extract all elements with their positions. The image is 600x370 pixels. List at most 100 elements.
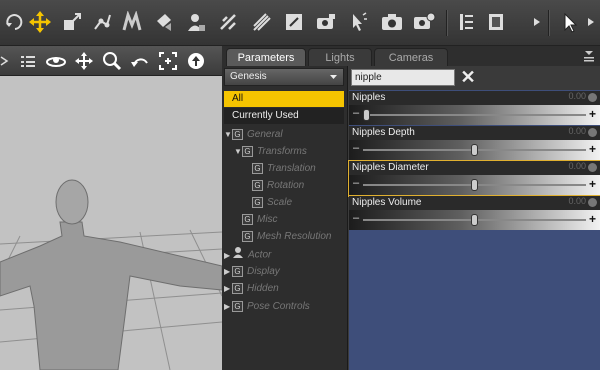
slider-knob[interactable] bbox=[471, 214, 478, 226]
tree-item-label: Display bbox=[247, 266, 280, 277]
param-slider[interactable]: – + bbox=[349, 105, 600, 125]
more-icon[interactable] bbox=[530, 8, 544, 36]
decrement-icon[interactable]: – bbox=[353, 177, 359, 189]
param-slider[interactable]: – + bbox=[349, 210, 600, 230]
toolbar-divider bbox=[548, 10, 550, 36]
viewport-toolbar bbox=[0, 46, 222, 76]
increment-icon[interactable]: + bbox=[589, 142, 596, 156]
param-slider[interactable]: – + bbox=[349, 175, 600, 195]
figure-icon[interactable] bbox=[182, 8, 210, 36]
tool-settings-icon[interactable] bbox=[482, 8, 510, 36]
gear-icon[interactable] bbox=[588, 93, 597, 102]
tree-item-translation[interactable]: G Translation bbox=[222, 160, 348, 177]
param-name: Nipples Diameter bbox=[349, 161, 600, 175]
tab-bar: Parameters Lights Cameras bbox=[222, 46, 600, 66]
render-settings-icon[interactable] bbox=[410, 8, 438, 36]
collapsed-triangle-icon[interactable]: ▶ bbox=[224, 280, 232, 297]
gear-icon[interactable] bbox=[588, 128, 597, 137]
up-icon[interactable] bbox=[184, 49, 208, 73]
param-nipples[interactable]: Nipples 0.00 – + bbox=[349, 91, 600, 126]
render-icon[interactable] bbox=[378, 8, 406, 36]
group-icon: G bbox=[252, 162, 263, 174]
param-name: Nipples Depth bbox=[349, 126, 600, 140]
param-slider[interactable]: – + bbox=[349, 140, 600, 160]
param-name: Nipples bbox=[349, 91, 600, 105]
decrement-icon[interactable]: – bbox=[353, 142, 359, 154]
rotate-icon[interactable] bbox=[0, 8, 28, 36]
search-input[interactable]: nipple bbox=[351, 69, 455, 86]
region-nav-icon[interactable] bbox=[280, 8, 308, 36]
expanded-triangle-icon[interactable]: ▼ bbox=[224, 126, 232, 143]
param-value[interactable]: 0.00 bbox=[568, 196, 586, 206]
camera-render-icon[interactable] bbox=[312, 8, 340, 36]
clear-search-icon[interactable]: ✕ bbox=[459, 68, 477, 86]
increment-icon[interactable]: + bbox=[589, 212, 596, 226]
figure-select-dropdown[interactable]: Genesis bbox=[224, 68, 344, 86]
tree-item-misc[interactable]: G Misc bbox=[222, 211, 348, 228]
tree-item-actor[interactable]: ▶ Actor bbox=[222, 246, 348, 263]
tab-lights[interactable]: Lights bbox=[308, 48, 372, 66]
tree-item-display[interactable]: ▶ G Display bbox=[222, 263, 348, 280]
scale-icon[interactable] bbox=[58, 8, 86, 36]
param-value[interactable]: 0.00 bbox=[568, 126, 586, 136]
tree-item-hidden[interactable]: ▶ G Hidden bbox=[222, 280, 348, 297]
pointer-icon[interactable] bbox=[556, 8, 584, 36]
tree-item-label: Transforms bbox=[257, 146, 307, 157]
figure-select-value: Genesis bbox=[230, 71, 267, 82]
layout-icon[interactable] bbox=[452, 8, 480, 36]
translate-icon[interactable] bbox=[26, 8, 54, 36]
tree-item-transforms[interactable]: ▼ G Transforms bbox=[222, 143, 348, 160]
zoom-icon[interactable] bbox=[100, 49, 124, 73]
increment-icon[interactable]: + bbox=[589, 177, 596, 191]
group-icon: G bbox=[232, 128, 243, 140]
param-nipples-diameter[interactable]: Nipples Diameter 0.00 – + bbox=[348, 160, 600, 197]
param-value[interactable]: 0.00 bbox=[568, 91, 586, 101]
decrement-icon[interactable]: – bbox=[353, 212, 359, 224]
node-weight-icon[interactable] bbox=[118, 8, 146, 36]
param-nipples-depth[interactable]: Nipples Depth 0.00 – + bbox=[349, 126, 600, 161]
menu-icon[interactable] bbox=[16, 49, 40, 73]
undo-camera-icon[interactable] bbox=[128, 49, 152, 73]
panel-menu-icon[interactable] bbox=[582, 49, 596, 66]
gear-icon[interactable] bbox=[588, 163, 597, 172]
slider-knob[interactable] bbox=[471, 144, 478, 156]
tree-item-general[interactable]: ▼ G General bbox=[222, 126, 348, 143]
tab-parameters[interactable]: Parameters bbox=[226, 48, 306, 66]
group-icon: G bbox=[242, 213, 253, 225]
decrement-icon[interactable]: – bbox=[353, 107, 359, 119]
more-icon[interactable] bbox=[584, 8, 598, 36]
collapsed-triangle-icon[interactable]: ▶ bbox=[224, 247, 232, 264]
tree-item-scale[interactable]: G Scale bbox=[222, 194, 348, 211]
gear-icon[interactable] bbox=[588, 198, 597, 207]
slider-knob[interactable] bbox=[471, 179, 478, 191]
3d-viewport[interactable] bbox=[0, 46, 222, 370]
actor-icon bbox=[232, 246, 245, 264]
increment-icon[interactable]: + bbox=[589, 107, 596, 121]
tree-item-rotation[interactable]: G Rotation bbox=[222, 177, 348, 194]
collapsed-triangle-icon[interactable]: ▶ bbox=[224, 298, 232, 315]
viewport-scene[interactable] bbox=[0, 76, 222, 370]
tree-item-pose-controls[interactable]: ▶ G Pose Controls bbox=[222, 298, 348, 315]
surface-icon[interactable] bbox=[150, 8, 178, 36]
tab-cameras[interactable]: Cameras bbox=[374, 48, 448, 66]
category-currently-used[interactable]: Currently Used bbox=[224, 108, 344, 124]
frame-icon[interactable] bbox=[156, 49, 180, 73]
geometry-editor-icon[interactable] bbox=[214, 8, 242, 36]
spot-render-icon[interactable] bbox=[344, 8, 372, 36]
tree-item-mesh-resolution[interactable]: G Mesh Resolution bbox=[222, 228, 348, 245]
pan-icon[interactable] bbox=[72, 49, 96, 73]
geometry-tool-icon[interactable] bbox=[248, 8, 276, 36]
parameters-panel: Parameters Lights Cameras Genesis All Cu… bbox=[222, 46, 600, 370]
param-nipples-volume[interactable]: Nipples Volume 0.00 – + bbox=[349, 196, 600, 231]
orbit-icon[interactable] bbox=[44, 49, 68, 73]
joint-editor-icon[interactable] bbox=[88, 8, 116, 36]
param-value[interactable]: 0.00 bbox=[568, 161, 586, 171]
expanded-triangle-icon[interactable]: ▼ bbox=[234, 143, 242, 160]
group-icon: G bbox=[232, 300, 243, 312]
collapsed-triangle-icon[interactable]: ▶ bbox=[224, 263, 232, 280]
parameter-list-pane: nipple ✕ Nipples 0.00 – + Nipples Depth … bbox=[348, 66, 600, 370]
category-all[interactable]: All bbox=[224, 91, 344, 107]
slider-knob[interactable] bbox=[363, 109, 370, 121]
group-icon: G bbox=[242, 230, 253, 242]
chevron-right-icon[interactable] bbox=[0, 49, 16, 73]
